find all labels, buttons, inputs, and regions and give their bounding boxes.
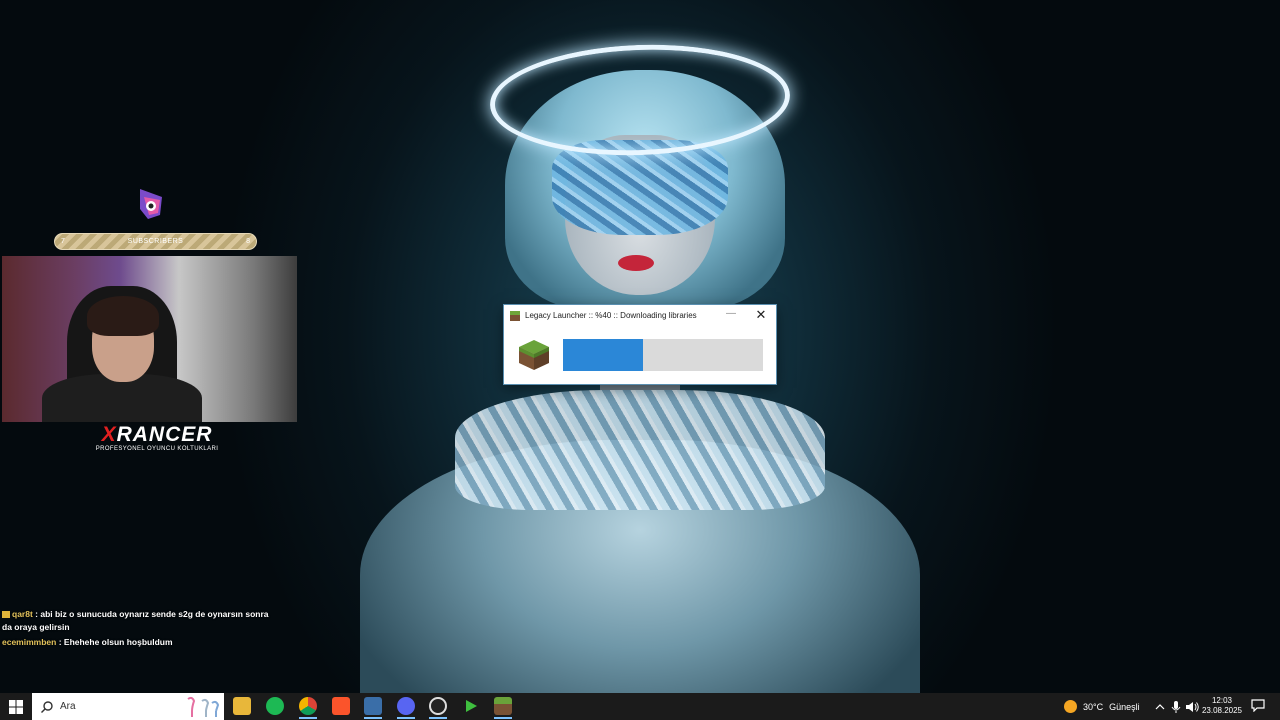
- search-icon: [41, 700, 53, 713]
- microphone-button[interactable]: [1171, 693, 1181, 720]
- play-triangle-icon: [466, 700, 477, 712]
- taskbar-search-box[interactable]: Ara: [32, 693, 224, 720]
- chrome-icon[interactable]: [299, 697, 317, 715]
- discord-icon[interactable]: [397, 697, 415, 715]
- chat-message: ecemimmben : Ehehehe olsun hoşbuldum: [2, 636, 272, 649]
- subscriber-label: SUBSCRIBERS: [127, 238, 184, 245]
- wallpaper-figure-lips: [618, 255, 654, 271]
- settings-active-indicator: [364, 717, 382, 719]
- discord-active-indicator: [397, 717, 415, 719]
- weather-temperature: 30°C: [1083, 701, 1104, 712]
- sponsor-logo: XRANCER PROFESYONEL OYUNCU KOLTUKLARI: [82, 423, 232, 453]
- webcam-streamer-hair: [87, 296, 159, 336]
- spotify-icon[interactable]: [266, 697, 284, 715]
- taskbar: Ara 30°C Güneşli 12:03 23.08.2025: [0, 693, 1280, 720]
- chat-username: qar8t: [12, 609, 33, 619]
- weather-widget[interactable]: 30°C Güneşli: [1064, 693, 1140, 720]
- obs-icon[interactable]: [429, 697, 447, 715]
- minecraft-icon[interactable]: [494, 697, 512, 715]
- weather-condition: Güneşli: [1109, 701, 1140, 712]
- dialog-title-bar[interactable]: Legacy Launcher :: %40 :: Downloading li…: [504, 305, 776, 326]
- chat-overlay: qar8t : abi biz o sunucuda oynarız sende…: [2, 608, 272, 651]
- minecraft-block-icon: [510, 310, 520, 321]
- clock-time: 12:03: [1211, 696, 1233, 705]
- brave-icon[interactable]: [332, 697, 350, 715]
- minimize-button[interactable]: —: [724, 308, 738, 319]
- subscriber-current: 7: [61, 238, 65, 245]
- chat-message: qar8t : abi biz o sunucuda oynarız sende…: [2, 608, 272, 634]
- close-button[interactable]: ✕: [754, 307, 768, 323]
- settings-app-icon[interactable]: [364, 697, 382, 715]
- obs-active-indicator: [429, 717, 447, 719]
- chat-text: : Ehehehe olsun hoşbuldum: [56, 637, 173, 647]
- download-progress-fill: [563, 339, 643, 371]
- sun-icon: [1064, 700, 1077, 713]
- grass-block-icon: [519, 340, 549, 370]
- start-button[interactable]: [0, 693, 32, 720]
- subscriber-goal-bar: 7 SUBSCRIBERS 8: [54, 233, 257, 250]
- microphone-icon: [1171, 700, 1181, 713]
- file-explorer-icon[interactable]: [233, 697, 251, 715]
- subscriber-goal: 8: [246, 238, 250, 245]
- launcher-dialog[interactable]: Legacy Launcher :: %40 :: Downloading li…: [504, 305, 776, 384]
- webcam-feed: [2, 256, 297, 422]
- sponsor-brand-initial: X: [101, 423, 117, 446]
- sponsor-brand: XRANCER: [101, 423, 213, 446]
- twitch-logo-icon: [140, 189, 162, 219]
- volume-button[interactable]: [1186, 693, 1199, 720]
- download-progress-bar: [563, 339, 763, 371]
- speaker-icon: [1186, 701, 1199, 712]
- chat-badge-icon: [2, 611, 10, 619]
- windows-logo-icon: [9, 699, 23, 714]
- chrome-active-indicator: [299, 717, 317, 719]
- search-placeholder: Ara: [60, 701, 76, 712]
- dialog-title: Legacy Launcher :: %40 :: Downloading li…: [525, 311, 697, 320]
- chevron-up-icon: [1155, 703, 1165, 709]
- clock-date: 23.08.2025: [1201, 706, 1243, 715]
- wallpaper-figure-collar: [455, 390, 825, 510]
- git-icon[interactable]: [462, 697, 480, 715]
- minecraft-active-indicator: [494, 717, 512, 719]
- taskbar-clock[interactable]: 12:03 23.08.2025: [1200, 696, 1244, 716]
- sponsor-tagline: PROFESYONEL OYUNCU KOLTUKLARI: [95, 446, 219, 452]
- chat-username: ecemimmben: [2, 637, 57, 647]
- notification-center-icon[interactable]: [1251, 699, 1265, 712]
- chat-text: : abi biz o sunucuda oynarız sende s2g d…: [2, 609, 269, 632]
- search-highlight-flamingo-icon: [187, 696, 220, 717]
- show-hidden-icons-button[interactable]: [1155, 693, 1165, 720]
